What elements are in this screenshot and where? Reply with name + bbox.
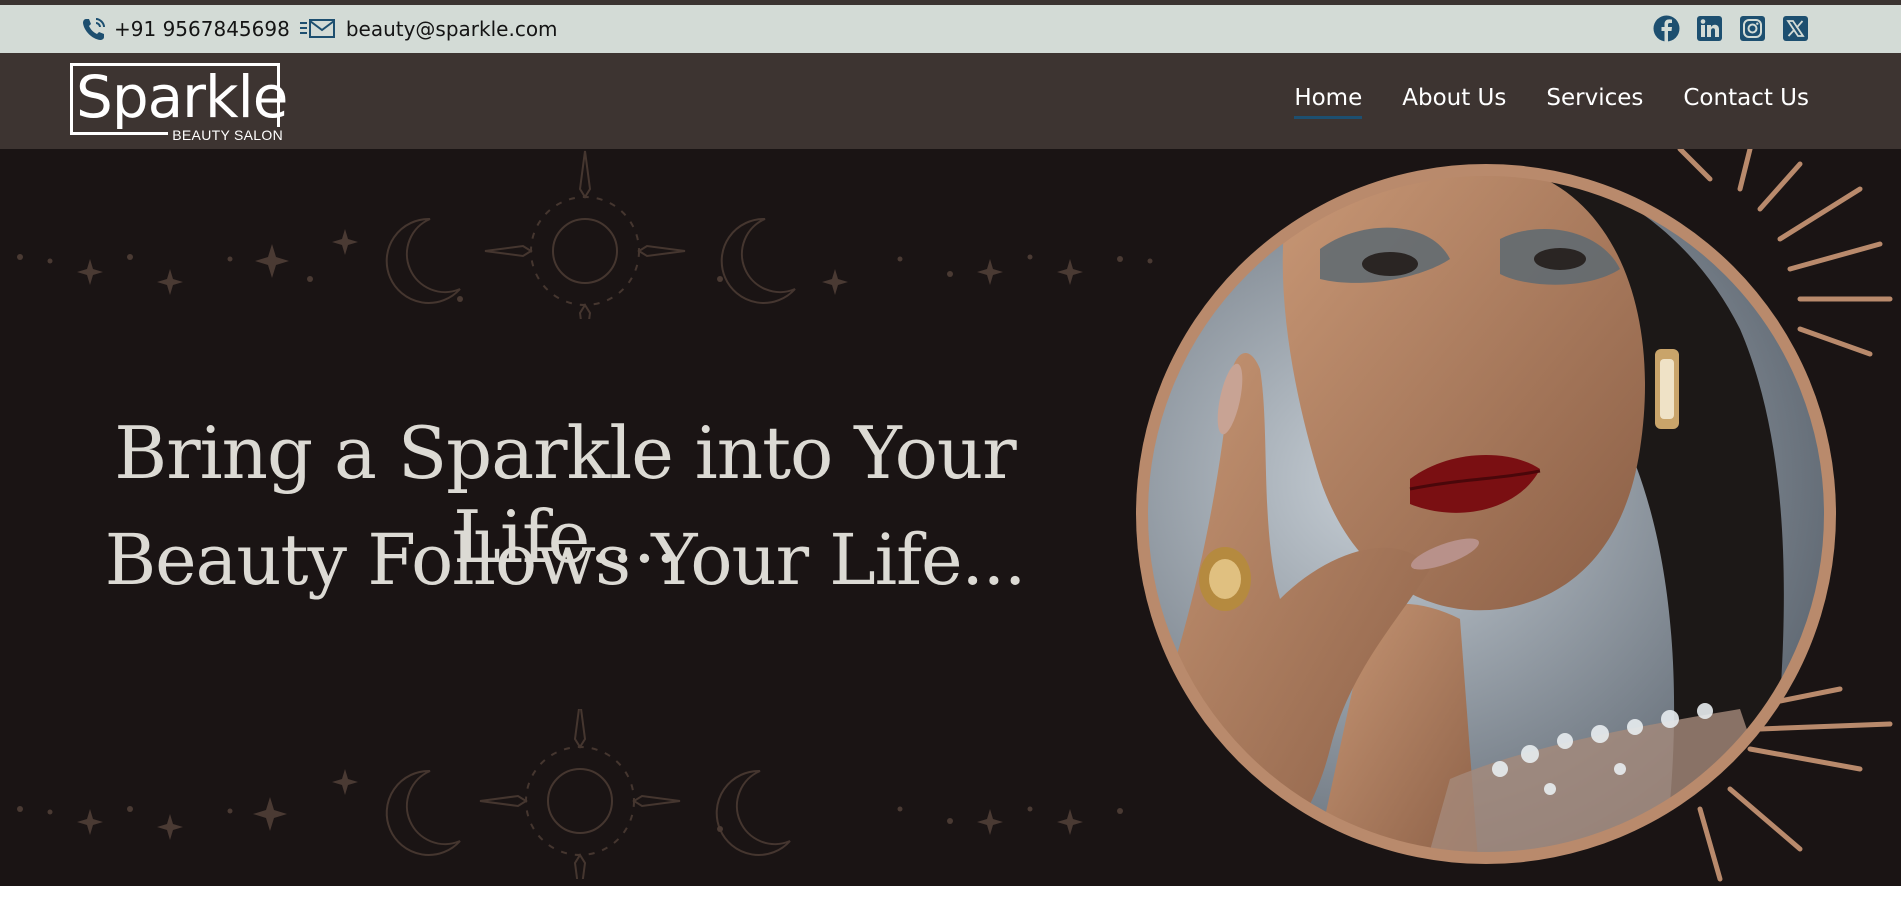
contact-info: +91 9567845698 beauty@sparkle.com xyxy=(80,15,558,43)
email-address[interactable]: beauty@sparkle.com xyxy=(346,17,558,41)
model-portrait-illustration xyxy=(1136,149,1893,882)
facebook-icon[interactable] xyxy=(1653,15,1680,42)
nav-item-home[interactable]: Home xyxy=(1294,85,1362,119)
brand-name: Sparkle xyxy=(76,63,288,131)
phone-icon xyxy=(80,15,108,43)
nav-item-contact-us[interactable]: Contact Us xyxy=(1683,85,1809,117)
hero-banner: Bring a Sparkle into Your Life.... Beaut… xyxy=(0,149,1901,886)
brand-tagline: BEAUTY SALON xyxy=(168,127,283,143)
hero-subheadline: Beauty Follows Your Life... xyxy=(104,519,1027,601)
main-navbar: Sparkle BEAUTY SALON Home About Us Servi… xyxy=(0,53,1901,149)
nav-menu: Home About Us Services Contact Us xyxy=(1294,85,1809,119)
page-bottom-gap xyxy=(0,886,1901,913)
phone-number[interactable]: +91 9567845698 xyxy=(114,17,290,41)
celestial-ornament-top xyxy=(17,150,1153,319)
instagram-icon[interactable] xyxy=(1739,15,1766,42)
brand-logo[interactable]: Sparkle BEAUTY SALON xyxy=(70,63,288,143)
celestial-ornament-bottom xyxy=(17,709,1123,879)
social-links xyxy=(1653,15,1809,42)
linkedin-icon[interactable] xyxy=(1696,15,1723,42)
nav-item-services[interactable]: Services xyxy=(1546,85,1643,117)
contact-topbar: +91 9567845698 beauty@sparkle.com xyxy=(0,5,1901,53)
mail-icon xyxy=(299,18,336,40)
nav-item-about-us[interactable]: About Us xyxy=(1402,85,1506,117)
x-twitter-icon[interactable] xyxy=(1782,15,1809,42)
